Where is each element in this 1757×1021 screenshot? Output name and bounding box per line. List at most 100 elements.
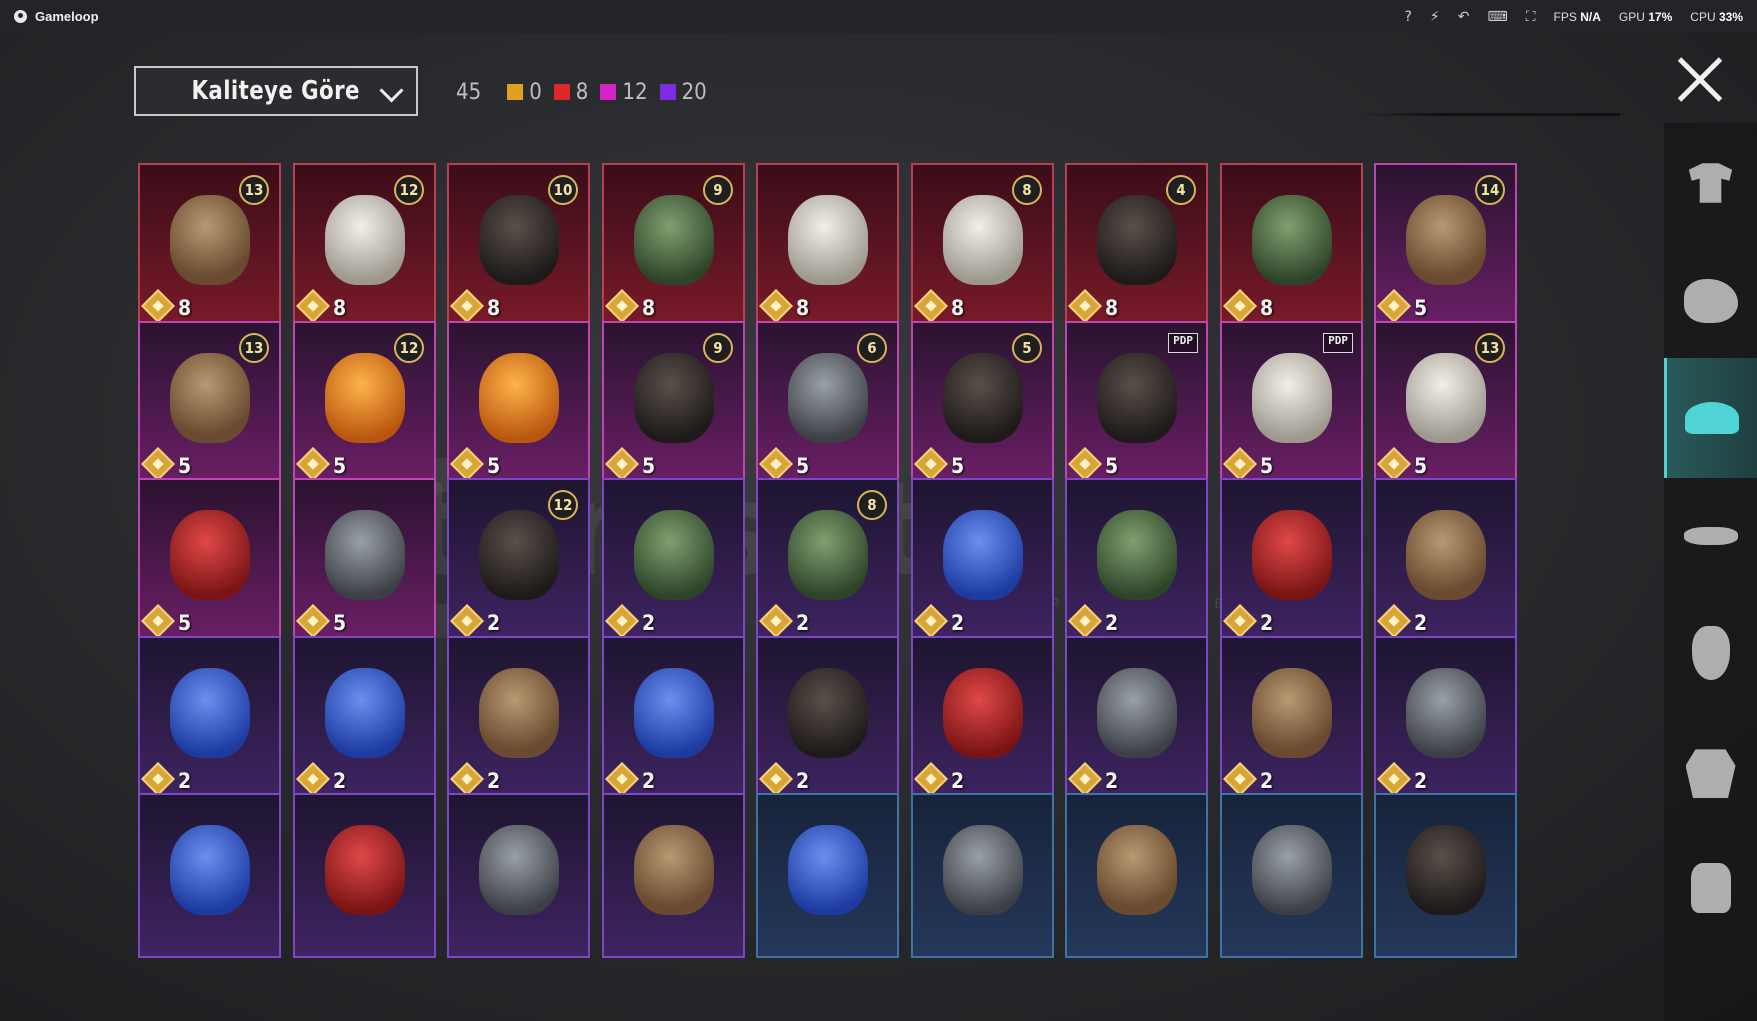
collab-tag-badge: PDP <box>1168 333 1198 353</box>
item-price: 2 <box>1414 611 1428 635</box>
currency-icon <box>450 604 484 638</box>
cap-icon <box>1685 402 1739 434</box>
fullscreen-icon[interactable]: ⛶ <box>1526 9 1536 25</box>
inventory-item[interactable]: 2 <box>911 478 1054 643</box>
inventory-item[interactable]: 14 5 <box>1374 163 1517 328</box>
inventory-item[interactable]: 2 <box>756 636 899 801</box>
inventory-item[interactable]: 2 <box>1065 478 1208 643</box>
inventory-item[interactable]: 2 <box>1220 478 1363 643</box>
inventory-item[interactable]: 8 <box>1220 163 1363 328</box>
item-thumbnail <box>943 353 1023 443</box>
inventory-item[interactable]: 2 <box>447 636 590 801</box>
inventory-item[interactable]: 12 5 <box>293 321 436 486</box>
inventory-item[interactable]: 8 <box>756 163 899 328</box>
inventory-item[interactable]: PDP 5 <box>1065 321 1208 486</box>
item-price: 8 <box>1260 296 1274 320</box>
purple-quality-swatch <box>659 84 676 100</box>
category-tab-backpack[interactable] <box>1664 828 1757 948</box>
inventory-item[interactable] <box>1374 793 1517 958</box>
level-badge: 8 <box>857 490 887 520</box>
item-thumbnail <box>325 510 405 600</box>
inventory-item[interactable]: 5 <box>293 478 436 643</box>
currency-icon <box>759 604 793 638</box>
inventory-item[interactable]: 2 <box>293 636 436 801</box>
inventory-item[interactable]: 2 <box>1374 636 1517 801</box>
inventory-item[interactable]: 82 <box>756 478 899 643</box>
currency-icon <box>296 447 330 481</box>
item-thumbnail <box>634 825 714 915</box>
inventory-item[interactable] <box>138 793 281 958</box>
category-tab-mask[interactable] <box>1664 593 1757 713</box>
inventory-item[interactable]: PDP 5 <box>1220 321 1363 486</box>
item-thumbnail <box>479 353 559 443</box>
inventory-item[interactable] <box>602 793 745 958</box>
currency-icon <box>1068 762 1102 796</box>
inventory-item[interactable]: 48 <box>1065 163 1208 328</box>
count-gold: 0 <box>507 80 542 105</box>
level-badge: 13 <box>239 175 269 205</box>
sort-dropdown-label: Kaliteye Göre <box>191 76 361 106</box>
item-price: 8 <box>333 296 347 320</box>
level-badge: 5 <box>1012 333 1042 363</box>
currency-icon <box>1068 604 1102 638</box>
currency-icon <box>1377 762 1411 796</box>
inventory-item[interactable]: 2 <box>1220 636 1363 801</box>
sort-dropdown[interactable]: Kaliteye Göre <box>134 66 418 116</box>
inventory-item[interactable]: 12 8 <box>293 163 436 328</box>
inventory-item[interactable] <box>1065 793 1208 958</box>
inventory-item[interactable]: 88 <box>911 163 1054 328</box>
category-tab-hat[interactable] <box>1664 358 1757 478</box>
category-tab-emote[interactable] <box>1664 241 1757 361</box>
inventory-item[interactable]: 5 <box>138 478 281 643</box>
level-badge: 13 <box>1475 333 1505 363</box>
category-tab-glasses[interactable] <box>1664 476 1757 596</box>
currency-icon <box>450 289 484 323</box>
inventory-item[interactable]: 2 <box>602 636 745 801</box>
undo-icon[interactable]: ↶ <box>1458 9 1470 25</box>
collab-tag-badge: PDP <box>1323 333 1353 353</box>
currency-icon <box>1377 604 1411 638</box>
item-thumbnail <box>479 510 559 600</box>
inventory-item[interactable] <box>447 793 590 958</box>
close-icon[interactable] <box>1675 55 1725 105</box>
item-thumbnail <box>170 825 250 915</box>
item-thumbnail <box>479 825 559 915</box>
item-price: 8 <box>178 296 192 320</box>
inventory-item[interactable]: 13 5 <box>138 321 281 486</box>
inventory-item[interactable] <box>293 793 436 958</box>
inventory-item[interactable]: 10 8 <box>447 163 590 328</box>
boost-icon[interactable]: ⚡ <box>1430 9 1440 25</box>
item-price: 5 <box>178 611 192 635</box>
item-thumbnail <box>788 353 868 443</box>
inventory-item[interactable]: 12 2 <box>447 478 590 643</box>
app-name: Gameloop <box>35 9 99 24</box>
inventory-item[interactable]: 5 <box>447 321 590 486</box>
inventory-item[interactable]: 13 8 <box>138 163 281 328</box>
inventory-grid[interactable]: 13 8 12 8 10 8 9 8 8 8 8 4 8 8 14 5 13 5 12 5 5 9 5 6 5 5 5 PDP 5 PDP… <box>138 163 1524 986</box>
item-price: 5 <box>178 454 192 478</box>
help-icon[interactable]: ? <box>1404 9 1411 25</box>
app-title: Gameloop <box>14 9 99 24</box>
item-thumbnail <box>1252 195 1332 285</box>
inventory-item[interactable]: 2 <box>602 478 745 643</box>
category-tab-jacket[interactable] <box>1664 711 1757 831</box>
item-price: 2 <box>642 611 656 635</box>
inventory-item[interactable]: 13 5 <box>1374 321 1517 486</box>
inventory-item[interactable] <box>756 793 899 958</box>
inventory-item[interactable] <box>911 793 1054 958</box>
inventory-item[interactable]: 2 <box>138 636 281 801</box>
keyboard-icon[interactable]: ⌨ <box>1488 9 1508 25</box>
inventory-item[interactable]: 2 <box>1374 478 1517 643</box>
inventory-item[interactable] <box>1220 793 1363 958</box>
item-thumbnail <box>634 195 714 285</box>
inventory-item[interactable]: 55 <box>911 321 1054 486</box>
inventory-item[interactable]: 95 <box>602 321 745 486</box>
item-thumbnail <box>634 510 714 600</box>
header-divider <box>1360 113 1620 116</box>
level-badge: 6 <box>857 333 887 363</box>
inventory-item[interactable]: 98 <box>602 163 745 328</box>
inventory-item[interactable]: 2 <box>911 636 1054 801</box>
inventory-item[interactable]: 65 <box>756 321 899 486</box>
inventory-item[interactable]: 2 <box>1065 636 1208 801</box>
category-tab-outfit[interactable] <box>1664 123 1757 243</box>
